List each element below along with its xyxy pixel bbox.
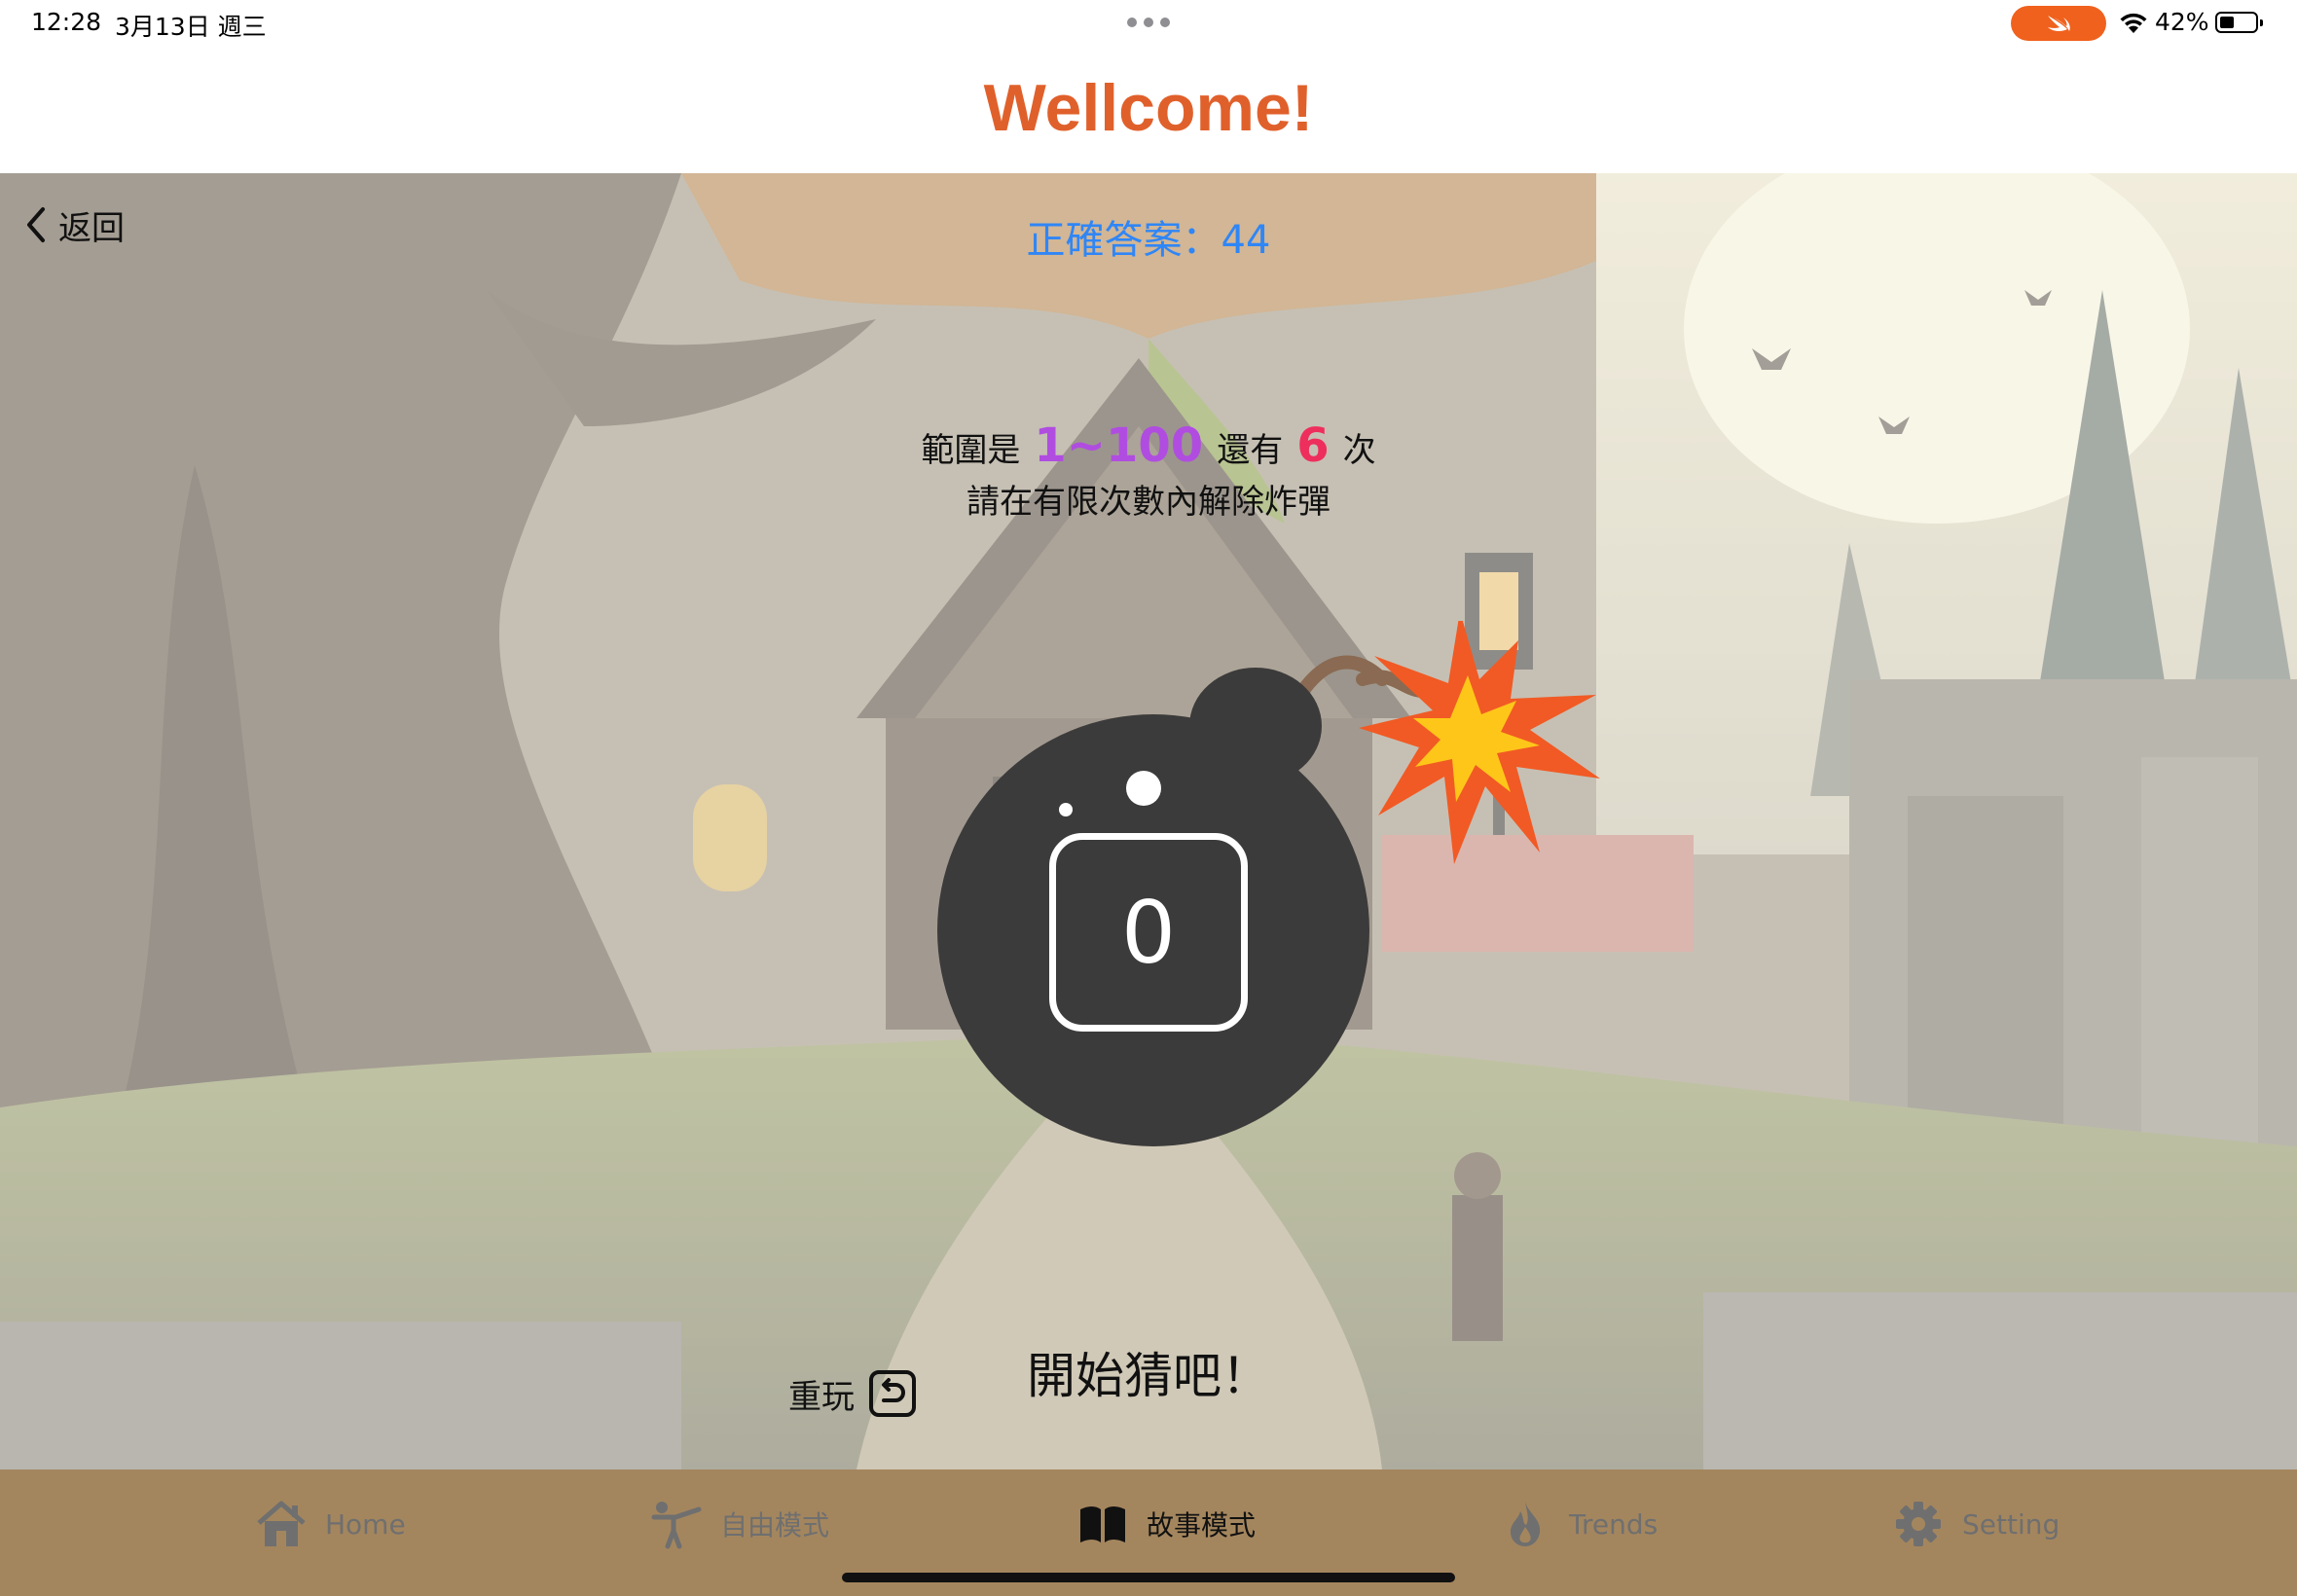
range-value: 1~100 [1034,418,1204,473]
house-icon [257,1501,306,1546]
guess-value: 0 [1121,882,1176,983]
bomb-icon [937,621,1600,1146]
tab-setting-label: Setting [1962,1507,2060,1541]
battery-icon [2215,12,2263,33]
status-time: 12:28 [31,8,102,36]
tab-home[interactable]: Home [255,1497,406,1551]
game-scene: 返回 正確答案：44 範圍是 1~100 還有 6 次 請在有限次數內解除炸彈 0 重玩… [0,173,2297,1469]
range-prefix: 範圍是 [921,431,1021,470]
flame-icon [1511,1502,1541,1546]
home-indicator[interactable] [842,1573,1455,1582]
correct-answer-label: 正確答案：44 [1026,218,1271,263]
tab-story-mode-label: 故事模式 [1147,1509,1257,1542]
page-title: Wellcome! [983,71,1314,145]
tab-free-mode[interactable]: 自由模式 [650,1497,829,1551]
range-info: 範圍是 1~100 還有 6 次 [0,418,2297,473]
tab-free-mode-label: 自由模式 [720,1509,830,1542]
tries-remaining: 6 [1296,418,1330,473]
status-date: 3月13日 週三 [115,13,267,41]
navigation-bar: Wellcome! [0,47,2297,173]
tab-home-label: Home [325,1507,406,1541]
status-bar: 12:28 3月13日 週三 42% [0,0,2297,47]
wifi-icon [2120,13,2147,33]
tries-prefix: 還有 [1217,431,1284,470]
battery-percentage: 42% [2155,8,2209,36]
tries-suffix: 次 [1342,431,1376,470]
book-icon [1080,1506,1125,1542]
start-guessing-prompt: 開始猜吧！ [1027,1348,1270,1404]
kick-figure-icon [651,1502,702,1549]
swift-playgrounds-pill[interactable] [2011,6,2106,41]
tab-trends[interactable]: Trends [1499,1497,1658,1551]
swift-icon [2048,16,2070,32]
tab-trends-label: Trends [1569,1507,1659,1541]
tab-setting[interactable]: Setting [1892,1497,2060,1551]
multitasking-dots-icon[interactable] [1127,18,1170,27]
gear-icon [1896,1502,1941,1546]
tab-story-mode[interactable]: 故事模式 [1076,1497,1256,1551]
guess-input[interactable]: 0 [1049,833,1248,1032]
game-hint: 請在有限次數內解除炸彈 [966,483,1331,522]
